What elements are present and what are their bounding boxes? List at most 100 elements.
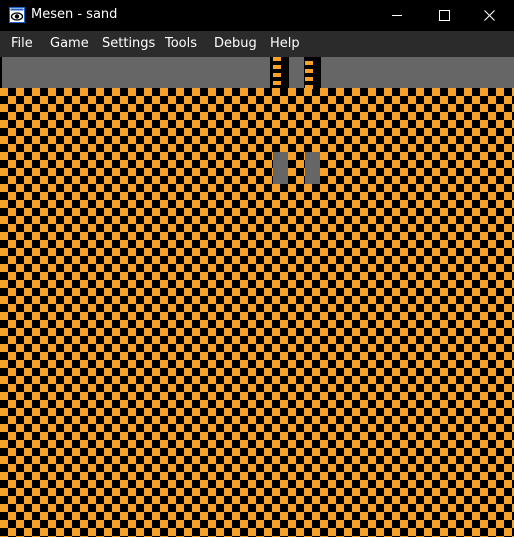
sand-tile bbox=[72, 432, 80, 440]
sand-tile bbox=[240, 104, 248, 112]
sand-tile bbox=[424, 224, 432, 232]
sand-tile bbox=[40, 192, 48, 200]
sand-tile bbox=[360, 208, 368, 216]
sand-tile bbox=[128, 200, 136, 208]
sand-tile bbox=[312, 208, 320, 216]
sand-tile bbox=[224, 392, 232, 400]
sand-tile bbox=[40, 400, 48, 408]
sand-tile bbox=[8, 256, 16, 264]
sand-tile bbox=[256, 440, 264, 448]
menu-settings[interactable]: Settings bbox=[102, 31, 155, 57]
sand-tile bbox=[320, 248, 328, 256]
sand-tile bbox=[320, 328, 328, 336]
minimize-button[interactable] bbox=[374, 0, 420, 31]
sand-tile bbox=[0, 120, 8, 128]
sand-tile bbox=[104, 288, 112, 296]
sand-tile bbox=[504, 464, 512, 472]
sand-tile bbox=[160, 360, 168, 368]
sand-tile bbox=[176, 472, 184, 480]
sand-tile bbox=[384, 280, 392, 288]
sand-tile bbox=[288, 168, 296, 176]
menu-tools[interactable]: Tools bbox=[165, 31, 197, 57]
sand-tile bbox=[376, 432, 384, 440]
sand-tile bbox=[496, 280, 504, 288]
sand-tile bbox=[488, 304, 496, 312]
sand-tile bbox=[48, 168, 56, 176]
sand-tile bbox=[504, 240, 512, 248]
sand-tile bbox=[208, 328, 216, 336]
sand-tile bbox=[24, 144, 32, 152]
sand-tile bbox=[192, 184, 200, 192]
sand-tile bbox=[40, 256, 48, 264]
sand-tile bbox=[400, 168, 408, 176]
menu-debug[interactable]: Debug bbox=[214, 31, 257, 57]
sand-tile bbox=[416, 456, 424, 464]
gray-band-left bbox=[2, 57, 270, 88]
sand-tile bbox=[456, 496, 464, 504]
sand-tile bbox=[168, 384, 176, 392]
sand-tile bbox=[144, 280, 152, 288]
sand-tile bbox=[272, 200, 280, 208]
sand-tile bbox=[88, 416, 96, 424]
sand-tile bbox=[256, 104, 264, 112]
menu-help[interactable]: Help bbox=[270, 31, 300, 57]
sand-tile bbox=[8, 448, 16, 456]
sand-tile bbox=[312, 240, 320, 248]
sand-tile bbox=[304, 472, 312, 480]
sand-tile bbox=[16, 248, 24, 256]
sand-tile bbox=[296, 416, 304, 424]
sand-tile bbox=[144, 328, 152, 336]
game-screen[interactable] bbox=[0, 57, 514, 537]
sand-tile bbox=[104, 272, 112, 280]
sand-tile bbox=[288, 312, 296, 320]
sand-tile bbox=[328, 272, 336, 280]
sand-tile bbox=[80, 248, 88, 256]
sand-tile bbox=[264, 368, 272, 376]
sand-tile bbox=[376, 128, 384, 136]
sand-tile bbox=[344, 432, 352, 440]
close-button[interactable] bbox=[466, 0, 512, 31]
maximize-button[interactable] bbox=[420, 0, 466, 31]
sand-tile bbox=[96, 472, 104, 480]
sand-tile bbox=[432, 136, 440, 144]
sand-tile bbox=[320, 296, 328, 304]
sand-tile bbox=[8, 384, 16, 392]
sand-tile bbox=[120, 336, 128, 344]
sand-tile bbox=[72, 512, 80, 520]
sand-tile bbox=[456, 320, 464, 328]
sand-tile bbox=[224, 488, 232, 496]
sand-tile bbox=[200, 112, 208, 120]
sand-tile bbox=[112, 408, 120, 416]
sand-tile bbox=[304, 184, 312, 192]
sand-tile bbox=[408, 224, 416, 232]
sand-tile bbox=[160, 280, 168, 288]
sand-tile bbox=[120, 320, 128, 328]
sand-tile bbox=[488, 352, 496, 360]
sand-tile bbox=[232, 304, 240, 312]
sand-tile bbox=[224, 376, 232, 384]
sand-tile bbox=[192, 328, 200, 336]
sand-tile bbox=[152, 176, 160, 184]
title-bar[interactable]: Mesen - sand bbox=[0, 0, 514, 31]
sand-tile bbox=[192, 520, 200, 528]
sand-tile bbox=[400, 184, 408, 192]
sand-tile bbox=[480, 104, 488, 112]
sand-tile bbox=[192, 424, 200, 432]
sand-tile bbox=[152, 192, 160, 200]
menu-file[interactable]: File bbox=[11, 31, 33, 57]
sand-tile bbox=[176, 488, 184, 496]
sand-tile bbox=[96, 312, 104, 320]
sand-tile bbox=[304, 504, 312, 512]
sand-tile bbox=[160, 344, 168, 352]
sand-tile bbox=[368, 120, 376, 128]
menu-game[interactable]: Game bbox=[50, 31, 89, 57]
sand-tile bbox=[400, 408, 408, 416]
sand-tile bbox=[88, 432, 96, 440]
sand-tile bbox=[168, 496, 176, 504]
sand-tile bbox=[88, 384, 96, 392]
sand-tile bbox=[232, 144, 240, 152]
sand-tile bbox=[144, 88, 152, 96]
sand-tile bbox=[232, 480, 240, 488]
sand-tile bbox=[464, 456, 472, 464]
sand-tile bbox=[104, 336, 112, 344]
